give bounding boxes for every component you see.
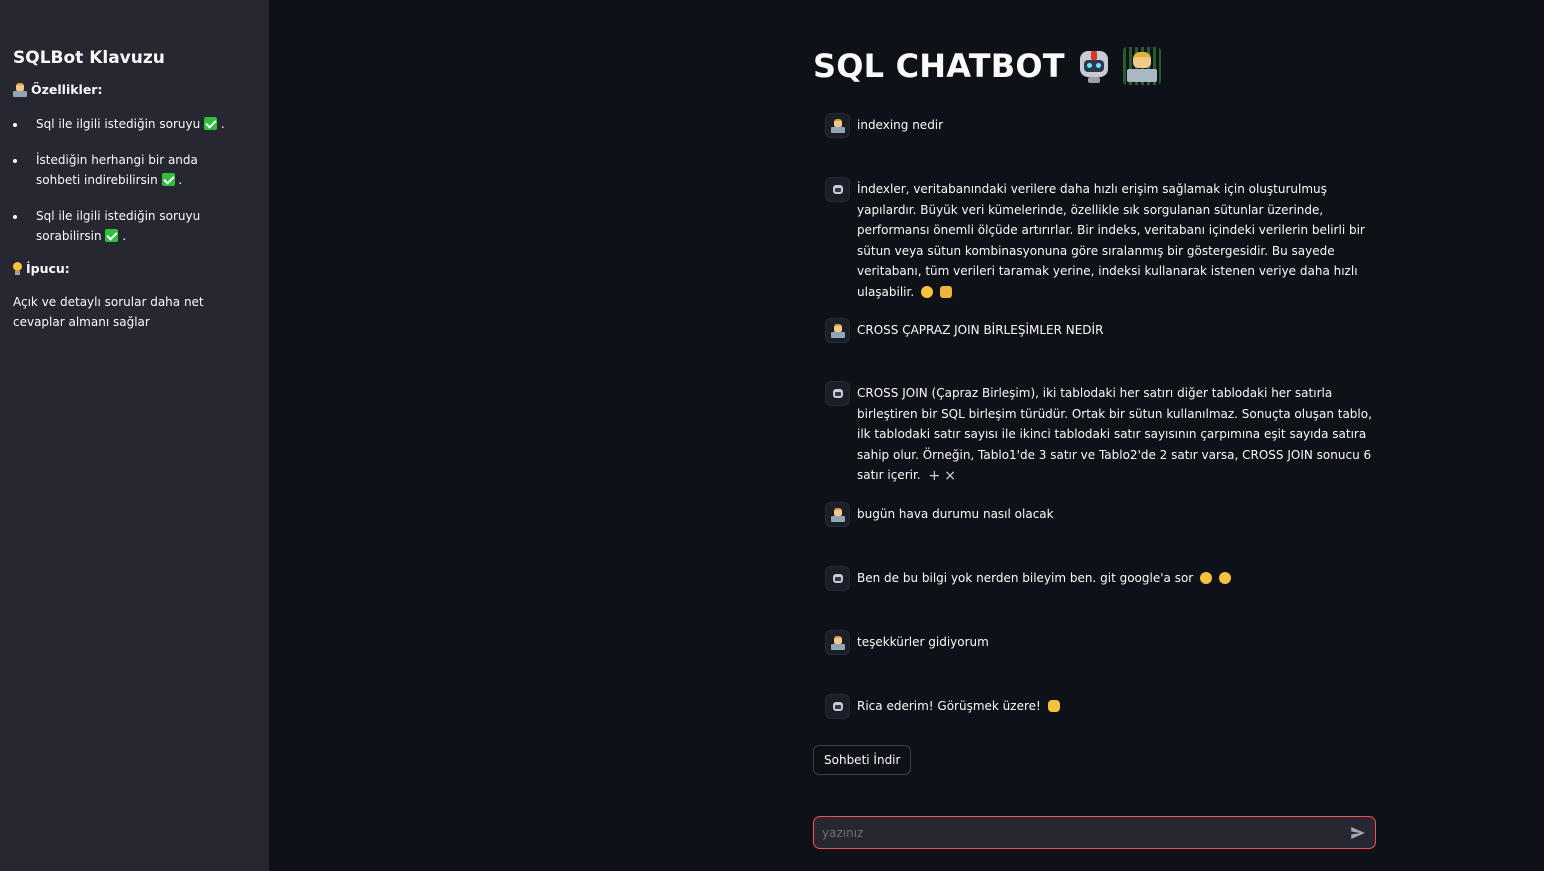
user-avatar — [825, 502, 850, 527]
message-body: CROSS JOIN (Çapraz Birleşim), iki tablod… — [857, 381, 1376, 487]
cross-icon: × — [944, 468, 956, 484]
technologist-icon — [830, 507, 845, 522]
message-text: İndexler, veritabanındaki verilere daha … — [857, 182, 1365, 299]
message-body: Rica ederim! Görüşmek üzere! — [857, 694, 1376, 719]
robot-icon — [832, 388, 844, 400]
assistant-avatar — [825, 177, 850, 202]
page-title: SQL CHATBOT — [813, 44, 1161, 88]
feature-item: Sql ile ilgili istediğin soruyu . — [13, 114, 243, 135]
assistant-avatar — [825, 381, 850, 406]
robot-icon — [832, 701, 844, 713]
tip-heading: İpucu: — [13, 259, 256, 279]
chat-message-assistant: Ben de bu bilgi yok nerden bileyim ben. … — [825, 566, 1376, 591]
feature-item: İstediğin herhangi bir anda sohbeti indi… — [13, 150, 243, 191]
chat-input[interactable] — [822, 825, 1349, 840]
message-text: teşekkürler gidiyorum — [857, 635, 989, 649]
message-text: Ben de bu bilgi yok nerden bileyim ben. … — [857, 571, 1194, 585]
features-heading-label: Özellikler: — [31, 82, 103, 97]
page-title-text: SQL CHATBOT — [813, 47, 1065, 85]
robot-icon — [1077, 48, 1111, 84]
features-heading: Özellikler: — [13, 80, 256, 100]
chat-message-user: bugün hava durumu nasıl olacak — [825, 502, 1376, 527]
chat-message-assistant: CROSS JOIN (Çapraz Birleşim), iki tablod… — [825, 381, 1376, 487]
sidebar-title: SQLBot Klavuzu — [13, 48, 165, 68]
assistant-avatar — [825, 566, 850, 591]
sunglasses-face-icon — [1218, 572, 1231, 584]
send-icon[interactable] — [1349, 824, 1367, 842]
message-text: bugün hava durumu nasıl olacak — [857, 507, 1054, 521]
sunglasses-face-icon — [1200, 572, 1213, 584]
chat-message-user: CROSS ÇAPRAZ JOIN BİRLEŞİMLER NEDİR — [825, 318, 1376, 343]
message-body: Ben de bu bilgi yok nerden bileyim ben. … — [857, 566, 1376, 591]
chat-message-assistant: Rica ederim! Görüşmek üzere! — [825, 694, 1376, 719]
nerd-face-icon — [921, 285, 933, 298]
robot-icon — [832, 573, 844, 585]
check-mark-icon — [161, 173, 175, 186]
chat-message-user: indexing nedir — [825, 113, 1376, 138]
message-text: indexing nedir — [857, 118, 944, 132]
feature-item-text: Sql ile ilgili istediğin soruyu — [36, 117, 201, 131]
feature-item: Sql ile ilgili istediğin soruyu sorabili… — [13, 206, 243, 247]
chat-input-container — [813, 816, 1376, 849]
user-avatar — [825, 630, 850, 655]
waving-hand-icon — [1047, 700, 1060, 712]
tip-heading-label: İpucu: — [26, 260, 70, 276]
technologist-icon — [13, 83, 27, 97]
tip-text: Açık ve detaylı sorular daha net cevapla… — [13, 294, 204, 330]
app: SQLBot Klavuzu Özellikler: Sql ile ilgil… — [0, 0, 1544, 871]
technologist-icon — [1122, 47, 1161, 85]
features-list: Sql ile ilgili istediğin soruyu . İstedi… — [13, 114, 256, 247]
technologist-icon — [830, 635, 845, 650]
light-bulb-icon — [13, 261, 22, 276]
robot-icon — [832, 184, 844, 196]
feature-item-text: Sql ile ilgili istediğin soruyu sorabili… — [36, 208, 201, 244]
check-mark-icon — [204, 117, 218, 130]
download-chat-button[interactable]: Sohbeti İndir — [813, 745, 912, 775]
user-avatar — [825, 318, 850, 343]
sidebar: SQLBot Klavuzu Özellikler: Sql ile ilgil… — [0, 0, 269, 871]
user-avatar — [825, 113, 850, 138]
message-body: İndexler, veritabanındaki verilere daha … — [857, 177, 1376, 302]
technologist-icon — [830, 118, 845, 133]
chat-message-user: teşekkürler gidiyorum — [825, 630, 1376, 655]
plus-icon: + — [928, 468, 941, 484]
check-mark-icon — [105, 229, 119, 242]
message-text: CROSS ÇAPRAZ JOIN BİRLEŞİMLER NEDİR — [857, 323, 1104, 337]
chat-message-assistant: İndexler, veritabanındaki verilere daha … — [825, 177, 1376, 302]
message-text: Rica ederim! Görüşmek üzere! — [857, 699, 1041, 713]
assistant-avatar — [825, 694, 850, 719]
thumbs-up-icon — [939, 285, 952, 298]
technologist-icon — [830, 323, 845, 338]
